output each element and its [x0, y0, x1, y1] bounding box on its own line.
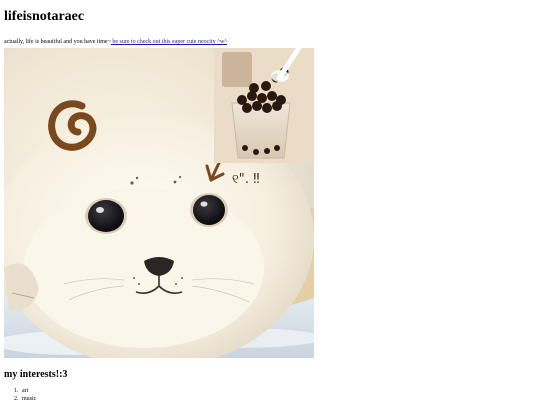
image-annotation-text: ୧"․ ‼	[232, 172, 260, 187]
intro-text: actually, life is beautiful and you have…	[4, 39, 111, 45]
seal-collage-image: ୧"․ ‼	[4, 48, 314, 358]
interests-heading: my interests!:3	[4, 369, 68, 380]
interests-list: art music	[20, 388, 36, 403]
intro-paragraph: actually, life is beautiful and you have…	[4, 38, 227, 47]
interest-item-music: music	[20, 396, 36, 404]
interest-item-art: art	[20, 388, 36, 396]
page-title: lifeisnotaraec	[4, 9, 85, 24]
neocity-link[interactable]: be sure to check out this super cute neo…	[111, 39, 227, 45]
